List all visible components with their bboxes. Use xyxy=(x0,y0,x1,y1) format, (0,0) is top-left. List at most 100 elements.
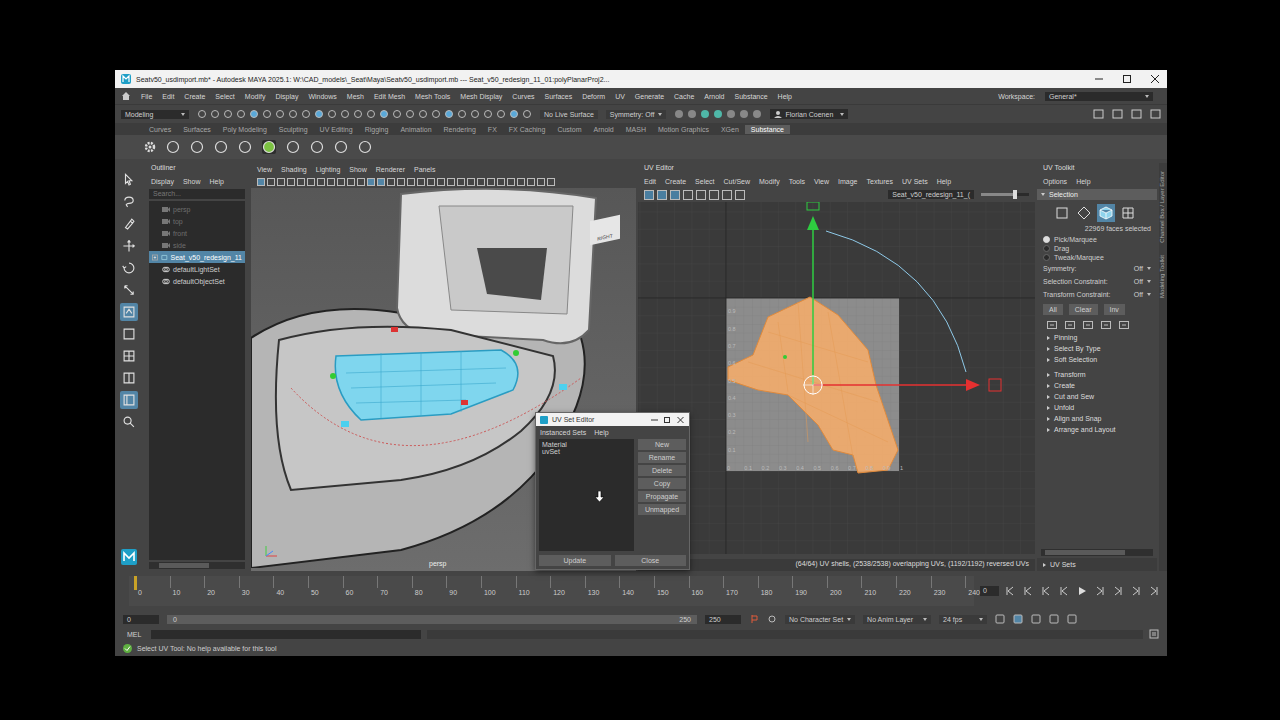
uv-tool-icon[interactable] xyxy=(683,190,693,200)
tool-button[interactable] xyxy=(120,193,138,211)
tool-button[interactable] xyxy=(120,325,138,343)
toolkit-button[interactable]: Inv xyxy=(1104,304,1125,315)
command-language[interactable]: MEL xyxy=(123,631,145,638)
shelf-tab[interactable]: Rigging xyxy=(359,125,395,134)
panel-toggle-icon[interactable] xyxy=(1150,109,1161,119)
viewport-tool-icon[interactable] xyxy=(307,178,315,186)
minimize-icon[interactable] xyxy=(1093,74,1105,84)
shelf-tab[interactable]: Motion Graphics xyxy=(652,125,715,134)
shelf-tool-icon[interactable] xyxy=(213,139,229,155)
grow-shrink-icon[interactable] xyxy=(1119,321,1129,329)
uv-set-item[interactable]: uvSet xyxy=(541,448,632,455)
uv-tool-icon[interactable] xyxy=(670,190,680,200)
menu-item[interactable]: Substance xyxy=(735,93,768,100)
status-tool-icon[interactable] xyxy=(327,109,337,119)
status-tool-icon[interactable] xyxy=(431,109,441,119)
uv-sets-section[interactable]: UV Sets xyxy=(1037,558,1157,571)
uv-tool-icon[interactable] xyxy=(696,190,706,200)
uv-tool-icon[interactable] xyxy=(735,190,745,200)
pivot-icon[interactable] xyxy=(804,376,822,394)
status-tool-icon[interactable] xyxy=(379,109,389,119)
minimize-icon[interactable] xyxy=(650,416,659,424)
shelf-tab[interactable]: FX xyxy=(482,125,503,134)
render-icon[interactable] xyxy=(700,109,710,119)
uv-editor-menu-item[interactable]: Image xyxy=(838,178,857,185)
viewport-tool-icon[interactable] xyxy=(487,178,495,186)
viewport-tool-icon[interactable] xyxy=(507,178,515,186)
uv-grid[interactable]: 0.90.80.70.60.50.40.30.20.100.10.20.30.4… xyxy=(638,202,1035,559)
status-tool-icon[interactable] xyxy=(301,109,311,119)
uv-canvas[interactable]: 0.90.80.70.60.50.40.30.20.100.10.20.30.4… xyxy=(638,202,1035,554)
viewport-tool-icon[interactable] xyxy=(267,178,275,186)
outliner-item[interactable]: front xyxy=(149,227,245,239)
viewport-tool-icon[interactable] xyxy=(327,178,335,186)
menu-item[interactable]: Deform xyxy=(582,93,605,100)
uv-set-button[interactable]: Propagate xyxy=(638,491,686,502)
viewport-menu-item[interactable]: Lighting xyxy=(316,166,341,173)
playback-option-icon[interactable] xyxy=(1031,614,1041,624)
viewport-tool-icon[interactable] xyxy=(517,178,525,186)
toolkit-scrollbar[interactable] xyxy=(1041,549,1153,556)
viewport-tool-icon[interactable] xyxy=(417,178,425,186)
shelf-tool-icon[interactable] xyxy=(237,139,253,155)
v-scale-handle[interactable] xyxy=(807,202,819,210)
outliner-menu-item[interactable]: Help xyxy=(209,178,223,185)
uv-editor-menu-item[interactable]: UV Sets xyxy=(902,178,928,185)
v-axis-handle[interactable] xyxy=(812,230,814,385)
shelf-tab[interactable]: Substance xyxy=(745,125,790,134)
viewport-menu-item[interactable]: Panels xyxy=(414,166,435,173)
shelf-tab[interactable]: Custom xyxy=(551,125,587,134)
menu-item[interactable]: Edit Mesh xyxy=(374,93,405,100)
expand-icon[interactable] xyxy=(152,254,158,261)
shelf-tab[interactable]: Curves xyxy=(143,125,177,134)
mode-dropdown[interactable]: Modeling xyxy=(121,110,189,119)
viewport-tool-icon[interactable] xyxy=(277,178,285,186)
viewport-tool-icon[interactable] xyxy=(457,178,465,186)
status-tool-icon[interactable] xyxy=(314,109,324,119)
uv-editor-menu-item[interactable]: Edit xyxy=(644,178,656,185)
uv-set-footer-button[interactable]: Update xyxy=(539,555,611,566)
viewport-tool-icon[interactable] xyxy=(367,178,375,186)
gear-icon[interactable] xyxy=(143,140,157,154)
viewport-tool-icon[interactable] xyxy=(467,178,475,186)
menu-item[interactable]: Display xyxy=(275,93,298,100)
toolkit-subsection[interactable]: Soft Selection xyxy=(1037,354,1157,365)
status-tool-icon[interactable] xyxy=(288,109,298,119)
shelf-tab[interactable]: Animation xyxy=(394,125,437,134)
shelf-tool-icon[interactable] xyxy=(285,139,301,155)
shelf-tab[interactable]: Sculpting xyxy=(273,125,314,134)
menu-item[interactable]: Mesh Display xyxy=(460,93,502,100)
toolkit-section[interactable]: Cut and Sew xyxy=(1037,391,1157,402)
toolkit-section[interactable]: Create xyxy=(1037,380,1157,391)
viewport-tool-icon[interactable] xyxy=(357,178,365,186)
status-tool-icon[interactable] xyxy=(522,109,532,119)
component-mode-button[interactable] xyxy=(1119,204,1137,222)
render-icon[interactable] xyxy=(752,109,762,119)
shelf-tool-icon[interactable] xyxy=(261,139,277,155)
command-input[interactable] xyxy=(151,630,421,639)
shelf-tab[interactable]: Surfaces xyxy=(177,125,217,134)
viewport-tool-icon[interactable] xyxy=(437,178,445,186)
shelf-tool-icon[interactable] xyxy=(165,139,181,155)
start-field[interactable]: 0 xyxy=(123,615,159,624)
current-frame-marker[interactable] xyxy=(134,576,137,590)
selection-mode-radio[interactable]: Tweak/Marquee xyxy=(1037,253,1157,262)
menu-item[interactable]: Arnold xyxy=(704,93,724,100)
toolkit-option[interactable]: Symmetry:Off xyxy=(1037,262,1157,275)
maya-home-icon[interactable] xyxy=(121,549,137,565)
outliner-item[interactable]: side xyxy=(149,239,245,251)
uv-set-footer-button[interactable]: Close xyxy=(615,555,687,566)
viewport-tool-icon[interactable] xyxy=(337,178,345,186)
v-arrow-icon[interactable] xyxy=(807,216,819,230)
status-tool-icon[interactable] xyxy=(353,109,363,119)
selection-mode-radio[interactable]: Drag xyxy=(1037,244,1157,253)
playback-icon[interactable] xyxy=(1095,586,1105,596)
render-icon[interactable] xyxy=(687,109,697,119)
playback-icon[interactable] xyxy=(1059,586,1069,596)
viewport-tool-icon[interactable] xyxy=(317,178,325,186)
menu-item[interactable]: Generate xyxy=(635,93,664,100)
toolkit-option[interactable]: Selection Constraint:Off xyxy=(1037,275,1157,288)
playback-icon[interactable] xyxy=(1041,586,1051,596)
playback-option-icon[interactable] xyxy=(1013,614,1023,624)
uv-set-item[interactable]: Material xyxy=(541,441,632,448)
